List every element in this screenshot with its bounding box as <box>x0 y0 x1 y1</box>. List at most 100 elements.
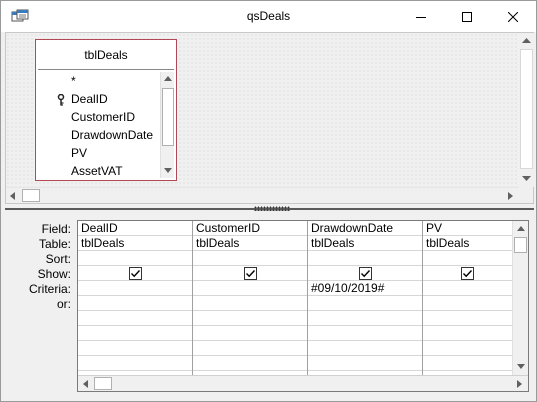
title-bar: qsDeals <box>1 1 536 32</box>
field-list-item-label: PV <box>71 146 88 160</box>
grid-cell-empty[interactable] <box>423 356 512 371</box>
grid-cell-or[interactable] <box>193 296 307 311</box>
check-icon <box>463 270 473 278</box>
grid-cell-empty[interactable] <box>308 326 422 341</box>
grid-cell-show <box>308 266 422 281</box>
grid-cell-empty[interactable] <box>78 341 192 356</box>
diagram-horizontal-scrollbar[interactable] <box>6 187 519 203</box>
minimize-button[interactable] <box>398 1 444 32</box>
row-labels: Field: Table: Sort: Show: Criteria: or: <box>5 222 73 312</box>
grid-cell-field[interactable]: PV <box>423 221 512 236</box>
scroll-left-icon[interactable] <box>83 380 88 388</box>
grid-cell-empty[interactable] <box>308 311 422 326</box>
field-list-scrollbar[interactable] <box>160 72 174 178</box>
primary-key-icon <box>57 93 65 106</box>
grid-cell-field[interactable]: DealID <box>78 221 192 236</box>
scroll-right-icon[interactable] <box>508 192 513 200</box>
field-list-scroll-thumb[interactable] <box>162 88 174 146</box>
grid-hscroll-thumb[interactable] <box>94 377 112 390</box>
grid-cell-table[interactable]: tblDeals <box>78 236 192 251</box>
field-list-item-label: AssetVAT <box>71 164 123 178</box>
scroll-down-icon[interactable] <box>517 364 525 369</box>
grid-cell-criteria[interactable]: #09/10/2019# <box>308 281 422 296</box>
close-button[interactable] <box>490 1 536 32</box>
pane-splitter[interactable] <box>5 204 534 214</box>
grid-cell-empty[interactable] <box>78 311 192 326</box>
scroll-right-icon[interactable] <box>517 380 522 388</box>
grid-cell-empty[interactable] <box>423 326 512 341</box>
grid-cell-table[interactable]: tblDeals <box>193 236 307 251</box>
grid-cell-empty[interactable] <box>78 356 192 371</box>
grid-cell-empty[interactable] <box>193 356 307 371</box>
maximize-button[interactable] <box>444 1 490 32</box>
show-checkbox[interactable] <box>244 267 257 280</box>
grid-cell-sort[interactable] <box>78 251 192 266</box>
grid-cell-empty[interactable] <box>78 326 192 341</box>
field-list-item-label: CustomerID <box>71 110 136 124</box>
close-icon <box>508 11 518 22</box>
grid-cell-criteria[interactable] <box>423 281 512 296</box>
grid-cell-field[interactable]: CustomerID <box>193 221 307 236</box>
grid-vscroll-thumb[interactable] <box>514 237 527 253</box>
grid-cell-show <box>193 266 307 281</box>
field-list-item[interactable]: CustomerID <box>40 108 158 126</box>
show-checkbox[interactable] <box>359 267 372 280</box>
check-icon <box>361 270 371 278</box>
scroll-up-icon[interactable] <box>517 226 525 231</box>
grid-column: DealID tblDeals <box>78 221 193 375</box>
grid-cell-criteria[interactable] <box>193 281 307 296</box>
row-label-field: Field: <box>41 222 71 236</box>
grid-cell-show <box>78 266 192 281</box>
field-list-item[interactable]: * <box>40 72 158 90</box>
table-box-title[interactable]: tblDeals <box>38 40 174 70</box>
field-list-item[interactable]: DealID <box>40 90 158 108</box>
splitter-grip-icon[interactable] <box>254 206 290 211</box>
grid-cell-show <box>423 266 512 281</box>
scroll-up-icon[interactable] <box>164 76 172 81</box>
grid-cell-empty[interactable] <box>193 311 307 326</box>
show-checkbox[interactable] <box>461 267 474 280</box>
grid-column: PV tblDeals <box>423 221 512 375</box>
field-list-item[interactable]: AssetVAT <box>40 162 158 180</box>
scroll-up-icon[interactable] <box>522 38 531 43</box>
grid-cell-empty[interactable] <box>423 341 512 356</box>
row-label-table: Table: <box>38 237 71 251</box>
grid-column: CustomerID tblDeals <box>193 221 308 375</box>
scroll-left-icon[interactable] <box>10 192 15 200</box>
maximize-icon <box>462 11 472 22</box>
grid-cell-field[interactable]: DrawdownDate <box>308 221 422 236</box>
grid-cell-empty[interactable] <box>193 341 307 356</box>
grid-cell-criteria[interactable] <box>78 281 192 296</box>
grid-horizontal-scrollbar[interactable] <box>78 375 528 391</box>
field-list-item[interactable]: PV <box>40 144 158 162</box>
table-box-tblDeals[interactable]: tblDeals * DealID CustomerID DrawdownDat… <box>35 39 177 181</box>
table-diagram-pane[interactable]: tblDeals * DealID CustomerID DrawdownDat… <box>5 32 534 204</box>
grid-cell-empty[interactable] <box>308 341 422 356</box>
row-label-show: Show: <box>37 267 71 281</box>
grid-cell-or[interactable] <box>308 296 422 311</box>
diagram-vscroll-thumb[interactable] <box>520 49 533 169</box>
grid-cell-or[interactable] <box>78 296 192 311</box>
grid-cell-empty[interactable] <box>308 356 422 371</box>
grid-cell-empty[interactable] <box>193 326 307 341</box>
grid-cell-empty[interactable] <box>423 311 512 326</box>
grid-cell-table[interactable]: tblDeals <box>423 236 512 251</box>
grid-cell-or[interactable] <box>423 296 512 311</box>
diagram-hscroll-thumb[interactable] <box>22 189 40 202</box>
scroll-down-icon[interactable] <box>522 176 531 181</box>
row-label-or: or: <box>56 297 71 311</box>
show-checkbox[interactable] <box>129 267 142 280</box>
diagram-vertical-scrollbar[interactable] <box>519 33 534 187</box>
field-list-item-label: * <box>71 74 76 88</box>
grid-cell-sort[interactable] <box>193 251 307 266</box>
grid-cell-table[interactable]: tblDeals <box>308 236 422 251</box>
grid-cell-sort[interactable] <box>308 251 422 266</box>
grid-vertical-scrollbar[interactable] <box>512 221 528 375</box>
row-label-criteria: Criteria: <box>28 282 71 296</box>
grid-cell-sort[interactable] <box>423 251 512 266</box>
field-list-item[interactable]: DrawdownDate <box>40 126 158 144</box>
field-list-item-label: DealID <box>71 92 108 106</box>
scroll-down-icon[interactable] <box>164 168 172 173</box>
row-label-sort: Sort: <box>45 252 71 266</box>
query-design-grid[interactable]: DealID tblDeals CustomerID tblDeals Drawdown… <box>77 220 529 392</box>
